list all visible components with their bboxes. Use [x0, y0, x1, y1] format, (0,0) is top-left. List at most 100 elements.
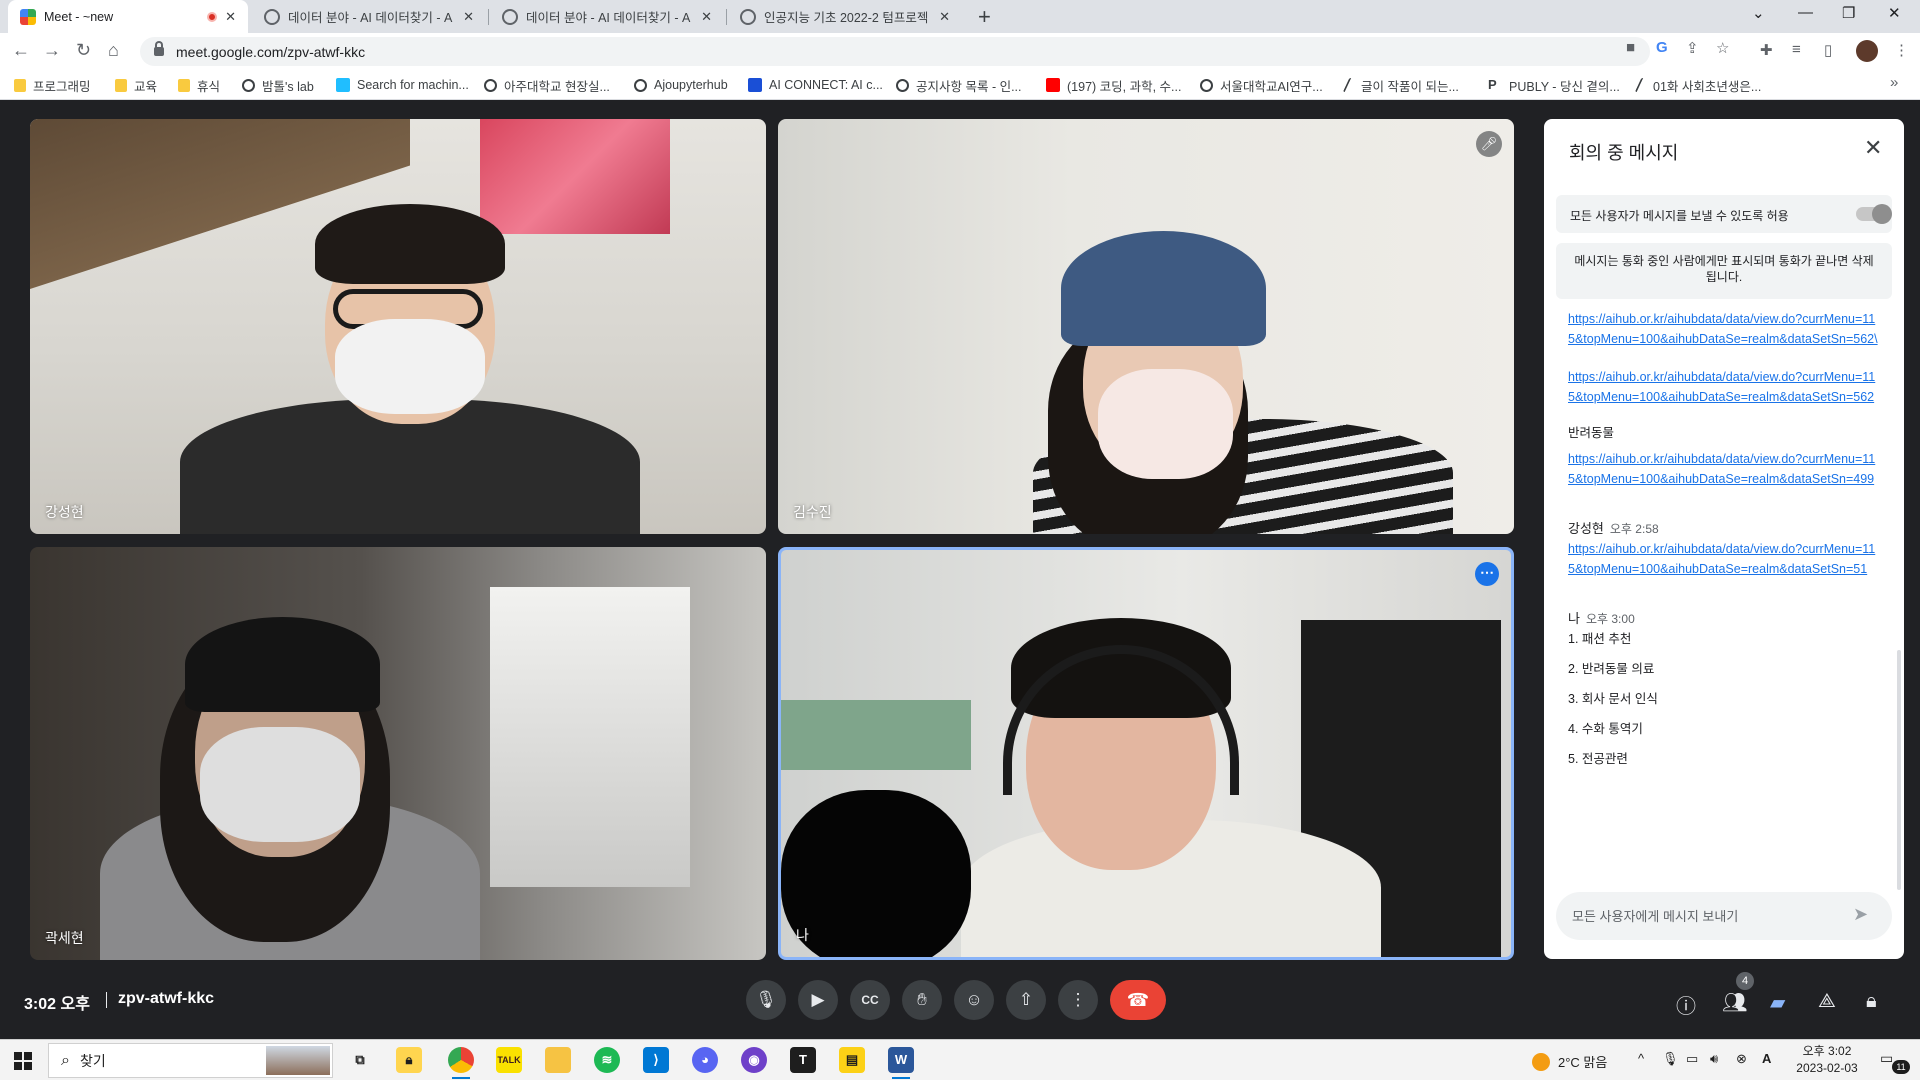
reactions-button[interactable]: ☺ [954, 980, 994, 1020]
bookmark-bamtol-lab[interactable]: 밤톨's lab [242, 76, 314, 94]
weather-widget[interactable]: 2°C 맑음 [1532, 1052, 1607, 1071]
chat-button[interactable]: ▰ [1770, 990, 1785, 1015]
close-tab-icon[interactable]: ✕ [701, 9, 712, 25]
tab-aihub-2[interactable]: 데이터 분야 - AI 데이터찾기 - A ✕ [490, 0, 724, 33]
tray-app-icon[interactable]: ⊗ [1736, 1051, 1747, 1067]
raise-hand-button[interactable]: ✋︎ [902, 980, 942, 1020]
chat-message-list[interactable]: https://aihub.or.kr/aihubdata/data/view.… [1544, 309, 1904, 879]
taskbar-app-spotify[interactable]: ≋ [594, 1047, 620, 1073]
message-link[interactable]: https://aihub.or.kr/aihubdata/data/view.… [1568, 312, 1878, 346]
bookmarks-overflow-icon[interactable]: » [1890, 74, 1898, 91]
address-bar[interactable]: meet.google.com/zpv-atwf-kkc [140, 37, 1650, 66]
camera-button[interactable]: ▶ [798, 980, 838, 1020]
reload-button[interactable]: ↻ [76, 40, 91, 61]
bookmark-ajoupyterhub[interactable]: Ajoupyterhub [634, 76, 728, 94]
message-link[interactable]: https://aihub.or.kr/aihubdata/data/view.… [1568, 452, 1875, 486]
bookmark-kaggle[interactable]: Search for machin... [336, 76, 469, 94]
participant-tile-kwak[interactable]: 곽세현 [30, 547, 766, 960]
more-options-button[interactable]: ⋮ [1058, 980, 1098, 1020]
message-link[interactable]: https://aihub.or.kr/aihubdata/data/view.… [1568, 542, 1875, 576]
ime-indicator[interactable]: A [1762, 1051, 1771, 1066]
participant-tile-self[interactable]: ⋯ 나 [778, 547, 1514, 960]
tile-more-options-button[interactable]: ⋯ [1475, 562, 1499, 586]
share-icon[interactable]: ⇪ [1686, 39, 1699, 57]
forward-button[interactable]: → [43, 40, 61, 61]
message-sender: 강성현 [1568, 521, 1604, 536]
taskbar-app-kakaotalk[interactable]: TALK [496, 1047, 522, 1073]
taskbar-app-file-explorer[interactable] [545, 1047, 571, 1073]
close-window-button[interactable]: ✕ [1888, 4, 1901, 22]
chrome-menu-icon[interactable]: ⋮ [1894, 41, 1909, 59]
taskbar-app-vscode[interactable]: ⟩ [643, 1047, 669, 1073]
profile-avatar[interactable] [1856, 40, 1878, 62]
tray-mic-icon[interactable]: 🎙︎ [1662, 1051, 1679, 1067]
participant-tile-kang[interactable]: 강성현 [30, 119, 766, 534]
close-tab-icon[interactable]: ✕ [225, 9, 236, 25]
allow-messages-toggle[interactable] [1856, 204, 1892, 224]
bookmark-folder-rest[interactable]: 휴식 [178, 76, 220, 94]
present-screen-button[interactable]: ⇧ [1006, 980, 1046, 1020]
task-view-button[interactable]: ⧉ [347, 1047, 373, 1073]
tab-ai-basics[interactable]: 인공지능 기초 2022-2 텀프로젝 ✕ [728, 0, 962, 33]
participant-tile-kim[interactable]: 🎤︎ 김수진 [778, 119, 1514, 534]
bookmark-folder-programming[interactable]: 프로그래밍 [14, 76, 91, 94]
close-tab-icon[interactable]: ✕ [463, 9, 474, 25]
bookmark-snu-ai[interactable]: 서울대학교AI연구... [1200, 76, 1323, 94]
volume-icon[interactable]: 🔊︎ [1710, 1051, 1718, 1067]
bookmark-brunch[interactable]: 글이 작품이 되는... [1342, 76, 1459, 94]
network-icon[interactable]: ▭ [1686, 1051, 1698, 1067]
bookmark-youtube[interactable]: (197) 코딩, 과학, 수... [1046, 76, 1181, 94]
bookmark-star-icon[interactable]: ☆ [1716, 39, 1729, 57]
taskbar-app-word[interactable]: W [888, 1047, 914, 1079]
globe-icon [634, 78, 647, 92]
bookmark-ai-connect[interactable]: AI CONNECT: AI c... [748, 76, 883, 94]
camera-in-use-icon[interactable]: ■ [1626, 39, 1635, 56]
message-link[interactable]: https://aihub.or.kr/aihubdata/data/view.… [1568, 370, 1875, 404]
taskbar-app-security[interactable]: 🔒︎ [396, 1047, 422, 1073]
bookmark-notices[interactable]: 공지사항 목록 - 인... [896, 76, 1022, 94]
close-tab-icon[interactable]: ✕ [939, 9, 950, 25]
media-controls-icon[interactable]: ≡ [1792, 41, 1801, 58]
bookmark-label: 프로그래밍 [33, 79, 91, 94]
captions-button[interactable]: CC [850, 980, 890, 1020]
home-button[interactable]: ⌂ [108, 40, 119, 61]
side-panel-icon[interactable]: ▯ [1824, 41, 1832, 59]
close-panel-icon[interactable]: ✕ [1864, 135, 1882, 161]
chat-message: 반려동물 [1568, 423, 1878, 443]
send-icon[interactable]: ➤ [1853, 904, 1868, 925]
window-background [490, 587, 690, 887]
taskbar-clock[interactable]: 오후 3:02 2023-02-03 [1792, 1043, 1862, 1077]
minimize-button[interactable]: — [1798, 4, 1813, 21]
start-button[interactable] [14, 1052, 32, 1070]
bookmark-folder-education[interactable]: 교육 [115, 76, 157, 94]
people-button[interactable]: 👥︎ [1722, 990, 1747, 1015]
back-button[interactable]: ← [12, 40, 30, 61]
microphone-button[interactable]: 🎙︎ [746, 980, 786, 1020]
allow-messages-setting: 모든 사용자가 메시지를 보낼 수 있도록 허용 [1556, 195, 1892, 233]
tab-meet[interactable]: Meet - ~new ✕ [8, 0, 248, 33]
taskbar-app-discord[interactable]: ◕ [692, 1047, 718, 1073]
meeting-details-button[interactable]: ⓘ [1676, 990, 1696, 1019]
taskbar-app-typora[interactable]: T [790, 1047, 816, 1073]
bookmark-publy[interactable]: P PUBLY - 당신 곁의... [1488, 76, 1620, 94]
taskbar-app-chrome[interactable] [448, 1047, 474, 1079]
end-call-button[interactable]: ☎︎ [1110, 980, 1166, 1020]
tab-search-icon[interactable]: ⌄ [1752, 4, 1765, 22]
google-translate-icon[interactable]: G [1656, 39, 1668, 56]
pen-icon [1634, 78, 1650, 92]
lock-icon[interactable] [154, 41, 164, 56]
taskbar-search-box[interactable]: ⌕ 찾기 [48, 1043, 333, 1078]
tray-overflow-icon[interactable]: ^ [1638, 1051, 1644, 1066]
taskbar-app-github[interactable]: ◉ [741, 1047, 767, 1073]
extensions-icon[interactable]: ✚ [1760, 41, 1773, 59]
chat-message-input[interactable] [1572, 906, 1842, 926]
activities-button[interactable]: ⟁ [1818, 990, 1836, 1013]
bookmark-ajou-internship[interactable]: 아주대학교 현장실... [484, 76, 610, 94]
host-controls-button[interactable]: 🔒︎ [1866, 990, 1877, 1013]
tab-aihub-1[interactable]: 데이터 분야 - AI 데이터찾기 - A ✕ [252, 0, 486, 33]
new-tab-button[interactable]: + [978, 4, 991, 30]
chat-scrollbar[interactable] [1897, 650, 1901, 890]
bookmark-brunch-2[interactable]: 01화 사회초년생은... [1634, 76, 1761, 94]
restore-button[interactable]: ❐ [1842, 4, 1855, 22]
taskbar-app-sticky-notes[interactable]: ▤ [839, 1047, 865, 1073]
